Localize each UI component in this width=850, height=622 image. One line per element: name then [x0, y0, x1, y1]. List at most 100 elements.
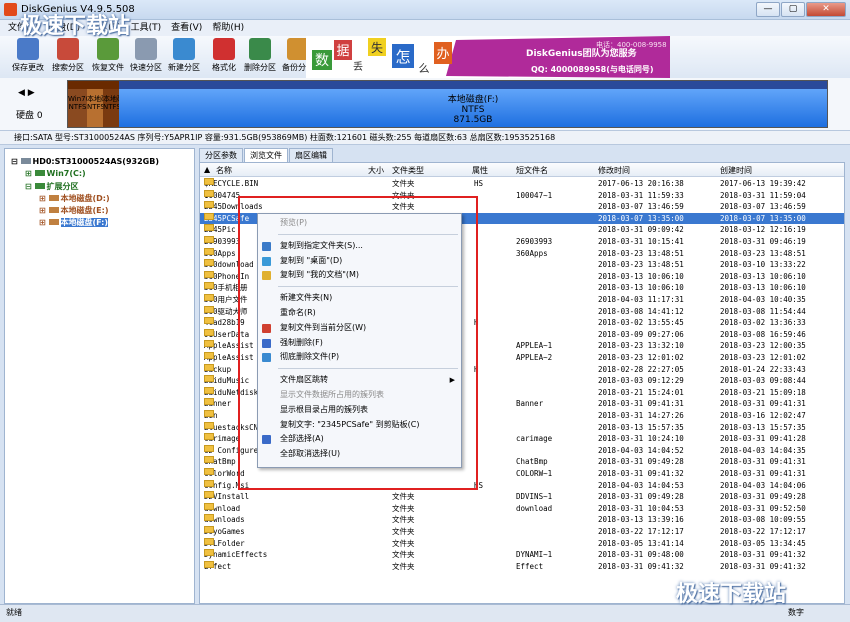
- context-item-10[interactable]: 彻底删除文件(P): [258, 350, 461, 364]
- folder-icon: [204, 444, 214, 452]
- toolbar-button-2[interactable]: 恢复文件: [88, 38, 128, 76]
- partition-segment-2[interactable]: 本地磁盘NTFS: [103, 81, 121, 127]
- menu-tools[interactable]: 工具(T): [131, 20, 162, 36]
- close-button[interactable]: ✕: [806, 2, 846, 17]
- svg-text:办: 办: [436, 47, 449, 62]
- tree-node-3[interactable]: ⊞ 本地磁盘(D:): [39, 193, 110, 204]
- svg-text:电话：400-008-9958: 电话：400-008-9958: [596, 40, 667, 49]
- cell-type: 文件夹: [392, 515, 415, 525]
- file-row[interactable]: DynamicEffects 文件夹 DYNAMI~1 2018-03-31 09:4…: [200, 549, 844, 561]
- context-item-8[interactable]: 复制文件到当前分区(W): [258, 321, 461, 335]
- cell-short: 360Apps: [516, 248, 548, 258]
- context-item-12[interactable]: 文件扇区跳转 ▶: [258, 373, 461, 387]
- toolbar-button-0[interactable]: 保存更改: [8, 38, 48, 76]
- partition-segment-0[interactable]: Win7(C:)NTFS: [68, 81, 87, 127]
- expand-toggle-icon[interactable]: ⊞: [39, 194, 49, 203]
- file-row[interactable]: $RECYCLE.BIN 文件夹 HS 2017-06-13 20:16:38 2017…: [200, 178, 844, 190]
- cell-name: Bin: [204, 410, 218, 422]
- file-row[interactable]: DoyoGames 文件夹 2018-03-22 17:12:17 2018-03-2…: [200, 526, 844, 538]
- toolbar-button-3[interactable]: 快速分区: [126, 38, 166, 76]
- cell-cre: 2018-03-31 09:46:19: [720, 237, 806, 246]
- file-row[interactable]: DDVInstall 文件夹 DDVINS~1 2018-03-31 09:49:28…: [200, 491, 844, 503]
- col-size[interactable]: 大小: [368, 165, 384, 176]
- disk-info-line: 接口:SATA 型号:ST31000524AS 序列号:Y5APR1IP 容量:…: [0, 130, 850, 145]
- toolbar-button-4[interactable]: 新建分区: [164, 38, 204, 76]
- col-short-name[interactable]: 短文件名: [516, 165, 548, 176]
- context-item-2[interactable]: 复制到指定文件夹(S)...: [258, 239, 461, 253]
- cell-type: 文件夹: [392, 550, 415, 560]
- segment-header: [87, 81, 103, 89]
- tree-node-0[interactable]: ⊟ HD0:ST31000524AS(932GB): [11, 157, 159, 166]
- file-row[interactable]: download 文件夹 download 2018-03-31 10:04:53 20…: [200, 502, 844, 515]
- tree-node-4[interactable]: ⊞ 本地磁盘(E:): [39, 205, 108, 216]
- partition-segment-1[interactable]: 本地磁盘NTFS: [87, 81, 105, 127]
- cell-type: 文件夹: [392, 561, 415, 571]
- banner-ad[interactable]: 数 据 丢 失 怎 么 办 DiskGenius团队为您服务 电话：400-00…: [306, 36, 670, 78]
- context-item-17[interactable]: 全部取消选择(U): [258, 447, 461, 461]
- menu-view[interactable]: 查看(V): [171, 20, 202, 36]
- toolbar-label: 删除分区: [244, 63, 276, 72]
- maximize-button[interactable]: ▢: [781, 2, 805, 17]
- context-item-icon: [262, 338, 271, 348]
- minimize-button[interactable]: —: [756, 2, 780, 17]
- context-item-label: 复制到 "我的文档"(M): [280, 270, 360, 280]
- segment-text: NTFS: [103, 103, 121, 111]
- toolbar-label: 恢复文件: [92, 63, 124, 72]
- tree-node-5[interactable]: ⊞ 本地磁盘(F:): [39, 217, 109, 228]
- segment-text: NTFS: [461, 105, 485, 115]
- context-item-0: 预览(P): [258, 216, 461, 230]
- cell-cre: 2018-03-02 13:36:33: [720, 318, 806, 328]
- partition-segment-3[interactable]: 本地磁盘(F:) NTFS 871.5GB: [119, 81, 827, 127]
- expand-toggle-icon[interactable]: ⊟: [11, 157, 21, 166]
- expand-toggle-icon[interactable]: ⊟: [25, 182, 35, 191]
- context-item-4[interactable]: 复制到 "我的文档"(M): [258, 268, 461, 282]
- cell-short: carimage: [516, 434, 553, 444]
- cell-mod: 2018-03-23 13:32:10: [598, 341, 684, 351]
- cell-name: 26903993: [204, 236, 240, 248]
- folder-icon: [204, 352, 214, 359]
- cell-mod: 2018-03-23 13:48:51: [598, 248, 684, 258]
- format-icon: [213, 38, 235, 60]
- file-row[interactable]: downloads 文件夹 2018-03-13 13:39:16 2018-03-0…: [200, 514, 844, 526]
- expand-toggle-icon[interactable]: ⊞: [39, 206, 49, 215]
- cell-cre: 2018-04-03 14:04:35: [720, 445, 806, 455]
- context-item-9[interactable]: 强制删除(F): [258, 336, 461, 350]
- col-type[interactable]: 文件类型: [392, 165, 424, 176]
- context-item-3[interactable]: 复制到 "桌面"(D): [258, 254, 461, 268]
- col-name[interactable]: 名称: [216, 165, 232, 176]
- file-row[interactable]: DTLFolder 文件夹 2018-03-05 13:41:14 2018-03-0…: [200, 537, 844, 550]
- col-attr[interactable]: 属性: [472, 165, 488, 176]
- tab-partition-params[interactable]: 分区参数: [199, 148, 243, 162]
- menu-help[interactable]: 帮助(H): [212, 20, 244, 36]
- context-item-15[interactable]: 复制文字: "2345PCSafe" 到剪贴板(C): [258, 418, 461, 432]
- context-item-icon: [262, 271, 271, 281]
- context-item-6[interactable]: 新建文件夹(N): [258, 291, 461, 305]
- expand-toggle-icon[interactable]: ⊞: [39, 218, 49, 227]
- file-row[interactable]: Effect 文件夹 Effect 2018-03-31 09:41:32 2018-0…: [200, 560, 844, 573]
- menu-separator: [278, 233, 458, 235]
- toolbar-button-6[interactable]: 删除分区: [240, 38, 280, 76]
- cell-mod: 2018-04-03 14:04:53: [598, 480, 684, 490]
- folder-icon: [204, 456, 214, 464]
- col-created[interactable]: 创建时间: [720, 165, 752, 176]
- tree-node-2[interactable]: ⊟ 扩展分区: [25, 181, 79, 192]
- tab-browse-files[interactable]: 浏览文件: [244, 148, 288, 162]
- cell-mod: 2018-03-23 12:01:02: [598, 353, 684, 362]
- toolbar-button-5[interactable]: 格式化: [204, 38, 244, 76]
- toolbar-label: 新建分区: [168, 63, 200, 72]
- toolbar-button-1[interactable]: 搜索分区: [48, 38, 88, 76]
- context-item-16[interactable]: 全部选择(A): [258, 432, 461, 446]
- tree-node-1[interactable]: ⊞ Win7(C:): [25, 169, 86, 178]
- expand-toggle-icon[interactable]: ⊞: [25, 169, 35, 178]
- context-item-14[interactable]: 显示根目录占用的簇列表: [258, 403, 461, 417]
- cell-short: download: [516, 503, 553, 513]
- toolbar-label: 搜索分区: [52, 63, 84, 72]
- col-modified[interactable]: 修改时间: [598, 165, 630, 176]
- context-item-7[interactable]: 重命名(R): [258, 306, 461, 320]
- sort-up-icon: ▲: [204, 165, 211, 174]
- disk-nav-arrows[interactable]: ◀ ▶: [18, 88, 35, 98]
- cell-name: 10004745: [204, 189, 240, 202]
- context-item-icon: [262, 256, 271, 266]
- tab-sector-edit[interactable]: 扇区编辑: [289, 148, 333, 162]
- tree-node-label: Win7(C:): [46, 169, 86, 178]
